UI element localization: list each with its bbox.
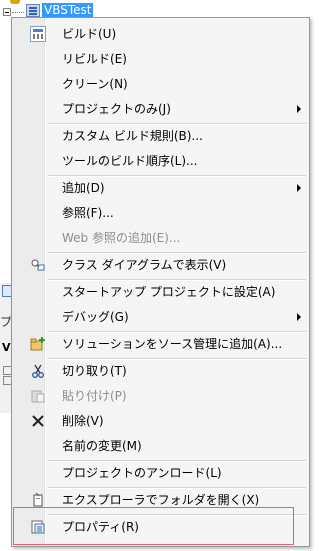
menu-item-rename[interactable]: 名前の変更(M) [14, 434, 307, 458]
folder-icon [10, 0, 20, 4]
menu-item-cut[interactable]: 切り取り(T) [14, 359, 307, 383]
menu-item-add-to-source-control[interactable]: ソリューションをソース管理に追加(A)... [14, 332, 307, 356]
paste-icon [30, 388, 46, 404]
menu-item-label: ツールのビルド順序(L)... [62, 154, 198, 168]
menu-item-delete[interactable]: 削除(V) [14, 409, 307, 433]
menu-item-add-web-reference[interactable]: Web 参照の追加(E)... [14, 226, 307, 250]
collapse-toggle[interactable] [3, 8, 11, 16]
menu-item-label: エクスプローラでフォルダを開く(X) [62, 493, 260, 507]
menu-item-label: プロジェクトのみ(J) [62, 102, 171, 116]
menu-item-unload-project[interactable]: プロジェクトのアンロード(L) [14, 461, 307, 485]
menu-item-label: プロジェクトのアンロード(L) [62, 466, 222, 480]
menu-item-paste[interactable]: 貼り付け(P) [14, 384, 307, 408]
source-control-add-icon [30, 336, 46, 352]
menu-item-label: デバッグ(G) [62, 310, 129, 324]
annotation-highlight-box [13, 507, 294, 545]
tree-connector [12, 12, 24, 13]
menu-item-debug[interactable]: デバッグ(G) [14, 305, 307, 329]
submenu-arrow-icon [297, 105, 301, 113]
menu-item-clean[interactable]: クリーン(N) [14, 72, 307, 96]
menu-item-reference[interactable]: 参照(F)... [14, 201, 307, 225]
menu-item-custom-build-rules[interactable]: カスタム ビルド規則(B)... [14, 124, 307, 148]
class-diagram-icon [30, 257, 46, 273]
menu-item-label: ビルド(U) [62, 27, 117, 41]
menu-item-label: 削除(V) [62, 414, 104, 428]
menu-item-label: 切り取り(T) [62, 364, 127, 378]
project-context-menu: ビルド(U) リビルド(E) クリーン(N) プロジェクトのみ(J) カスタム … [11, 17, 310, 547]
menu-item-label: 追加(D) [62, 181, 105, 195]
menu-item-tool-build-order[interactable]: ツールのビルド順序(L)... [14, 149, 307, 173]
menu-item-add[interactable]: 追加(D) [14, 176, 307, 200]
delete-icon [30, 413, 46, 429]
menu-item-label: リビルド(E) [62, 52, 127, 66]
project-node-selected[interactable]: VBSTest [42, 3, 94, 18]
open-folder-explorer-icon [30, 492, 46, 508]
build-icon [30, 26, 46, 42]
menu-item-label: クラス ダイアグラムで表示(V) [62, 258, 227, 272]
menu-item-label: カスタム ビルド規則(B)... [62, 129, 203, 143]
submenu-arrow-icon [297, 313, 301, 321]
menu-item-rebuild[interactable]: リビルド(E) [14, 47, 307, 71]
vb-project-icon [26, 4, 40, 17]
menu-item-label: ソリューションをソース管理に追加(A)... [62, 337, 283, 351]
menu-item-set-startup-project[interactable]: スタートアップ プロジェクトに設定(A) [14, 280, 307, 304]
cut-icon [30, 363, 46, 379]
menu-item-label: 参照(F)... [62, 206, 114, 220]
menu-item-label: Web 参照の追加(E)... [62, 231, 181, 245]
menu-item-project-only[interactable]: プロジェクトのみ(J) [14, 97, 307, 121]
menu-item-label: クリーン(N) [62, 77, 128, 91]
menu-item-label: 貼り付け(P) [62, 389, 127, 403]
submenu-arrow-icon [297, 184, 301, 192]
menu-item-label: 名前の変更(M) [62, 439, 142, 453]
menu-item-label: スタートアップ プロジェクトに設定(A) [62, 285, 276, 299]
menu-item-view-class-diagram[interactable]: クラス ダイアグラムで表示(V) [14, 253, 307, 277]
menu-item-build[interactable]: ビルド(U) [14, 22, 307, 46]
